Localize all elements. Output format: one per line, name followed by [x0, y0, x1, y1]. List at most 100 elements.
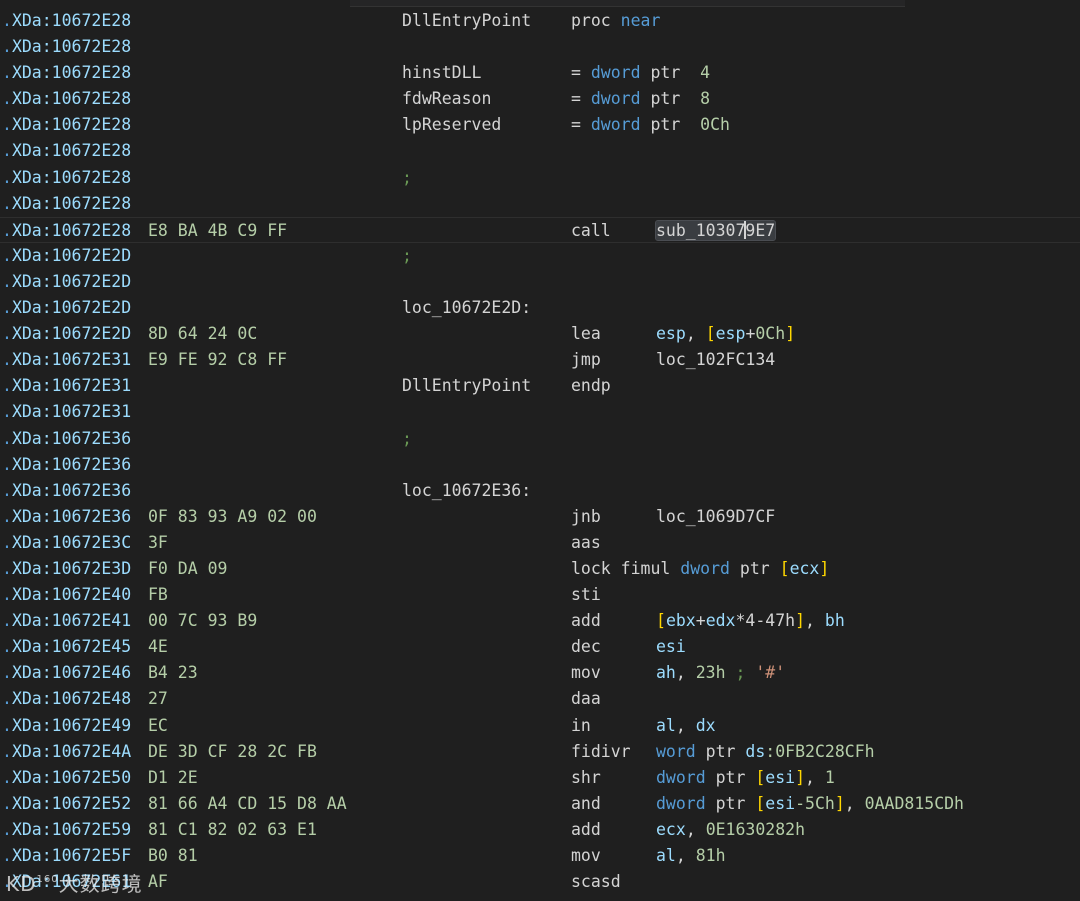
listing-line[interactable]: .XDa:10672E2D — [0, 269, 1080, 295]
line-address: .XDa:10672E3D — [2, 558, 132, 578]
opcode-bytes: B4 23 — [148, 663, 198, 683]
listing-line[interactable]: .XDa:10672E36 — [0, 452, 1080, 478]
mnemonic: mov — [571, 663, 601, 683]
listing-line[interactable]: .XDa:10672E2D; — [0, 243, 1080, 269]
line-address: .XDa:10672E4A — [2, 741, 132, 761]
listing-line[interactable]: .XDa:10672E28 hinstDLL = dword ptr 4 — [0, 60, 1080, 86]
listing-line[interactable]: .XDa:10672E41 00 7C 93 B9 add [ebx+edx*4-47… — [0, 608, 1080, 634]
code-label: fdwReason — [402, 89, 492, 109]
line-address: .XDa:10672E40 — [2, 585, 132, 605]
text-cursor — [744, 220, 747, 239]
listing-line[interactable]: .XDa:10672E28 — [0, 138, 1080, 164]
listing-line[interactable]: .XDa:10672E3C 3F aas — [0, 530, 1080, 556]
listing-line[interactable]: .XDa:10672E28 E8 BA 4B C9 FF call sub_10307… — [0, 216, 1080, 243]
operands: [ebx+edx*4-47h], bh — [656, 611, 845, 631]
operands: loc_102FC134 — [656, 350, 776, 370]
mnemonic: and — [571, 793, 601, 813]
listing-line[interactable]: .XDa:10672E46 B4 23 mov ah, 23h ; '#' — [0, 660, 1080, 686]
listing-line[interactable]: .XDa:10672E31 E9 FE 92 C8 FF jmp loc_102FC1… — [0, 347, 1080, 373]
operands: ecx, 0E1630282h — [656, 819, 806, 839]
listing-line[interactable]: .XDa:10672E59 81 C1 82 02 63 E1 add ecx, 0E… — [0, 817, 1080, 843]
opcode-bytes: DE 3D CF 28 2C FB — [148, 741, 317, 761]
line-address: .XDa:10672E28 — [2, 115, 132, 135]
line-address: .XDa:10672E28 — [2, 11, 132, 30]
listing-line[interactable]: .XDa:10672E45 4E dec esi — [0, 634, 1080, 660]
operands: esp, [esp+0Ch] — [656, 324, 796, 344]
mnemonic: proc near — [571, 11, 661, 30]
listing-line[interactable]: .XDa:10672E52 81 66 A4 CD 15 D8 AA and dwor… — [0, 791, 1080, 817]
listing-line[interactable]: .XDa:10672E48 27 daa — [0, 686, 1080, 712]
mnemonic: dec — [571, 637, 601, 657]
operands: sub_103079E7 — [654, 219, 777, 241]
line-address: .XDa:10672E48 — [2, 689, 132, 709]
listing-line[interactable]: .XDa:10672E2D 8D 64 24 0C lea esp, [esp+0Ch… — [0, 321, 1080, 347]
opcode-bytes: E9 FE 92 C8 FF — [148, 350, 288, 370]
operands: al, dx — [656, 715, 716, 735]
mnemonic: mov — [571, 846, 601, 865]
listing-line[interactable]: .XDa:10672E4A DE 3D CF 28 2C FB fidivr word… — [0, 739, 1080, 765]
listing-line[interactable]: .XDa:10672E31 — [0, 399, 1080, 425]
operands: esi — [656, 637, 686, 657]
listing-line[interactable]: .XDa:10672E50 D1 2E shr dword ptr [esi], 1 — [0, 765, 1080, 791]
listing-line[interactable]: .XDa:10672E28 — [0, 191, 1080, 217]
listing-line[interactable]: .XDa:10672E28 fdwReason = dword ptr 8 — [0, 86, 1080, 112]
listing-line[interactable]: .XDa:10672E49 EC in al, dx — [0, 713, 1080, 739]
listing-line[interactable]: .XDa:10672E31 DllEntryPoint endp — [0, 373, 1080, 399]
mnemonic: fidivr — [571, 741, 631, 761]
line-address: .XDa:10672E36 — [2, 428, 132, 448]
operands: al, 81h — [656, 846, 726, 865]
opcode-bytes: D1 2E — [148, 767, 198, 787]
comment-marker: ; — [402, 428, 412, 448]
line-address: .XDa:10672E50 — [2, 767, 132, 787]
line-address: .XDa:10672E52 — [2, 793, 132, 813]
mnemonic: call — [571, 220, 611, 240]
listing-line[interactable]: .XDa:10672E3D F0 DA 09 lock fimul dword pt… — [0, 556, 1080, 582]
window-top-strip — [350, 0, 905, 7]
mnemonic: shr — [571, 767, 601, 787]
mnemonic: daa — [571, 689, 601, 709]
listing-line[interactable]: .XDa:10672E2D loc_10672E2D: — [0, 295, 1080, 321]
listing-line[interactable]: .XDa:10672E36 loc_10672E36: — [0, 478, 1080, 504]
listing-line[interactable]: .XDa:10672E61 AF scasd — [0, 869, 1080, 895]
mnemonic: = dword ptr 4 — [571, 63, 711, 83]
listing-line[interactable]: .XDa:10672E28; — [0, 165, 1080, 191]
listing-line[interactable]: .XDa:10672E28 DllEntryPoint proc near — [0, 8, 1080, 34]
line-address: .XDa:10672E45 — [2, 637, 132, 657]
mnemonic: lea — [571, 324, 601, 344]
opcode-bytes: 8D 64 24 0C — [148, 324, 258, 344]
line-address: .XDa:10672E3C — [2, 532, 132, 552]
listing-line[interactable]: .XDa:10672E28 — [0, 34, 1080, 60]
listing-line[interactable]: .XDa:10672E36; — [0, 426, 1080, 452]
mnemonic: = dword ptr 8 — [571, 89, 711, 109]
code-label: DllEntryPoint — [402, 376, 532, 396]
code-label: loc_10672E2D: — [402, 298, 532, 318]
mnemonic: jnb — [571, 506, 601, 526]
code-label: hinstDLL — [402, 63, 482, 83]
listing-line[interactable]: .XDa:10672E28 lpReserved = dword ptr 0Ch — [0, 112, 1080, 138]
listing-line[interactable]: .XDa:10672E5F B0 81 mov al, 81h — [0, 843, 1080, 869]
opcode-bytes: 81 C1 82 02 63 E1 — [148, 819, 317, 839]
listing-line[interactable]: .XDa:10672E36 0F 83 93 A9 02 00 jnb loc_106… — [0, 504, 1080, 530]
opcode-bytes: F0 DA 09 — [148, 558, 228, 578]
listing-line[interactable]: .XDa:10672E40 FB sti — [0, 582, 1080, 608]
line-address: .XDa:10672E5F — [2, 846, 132, 865]
line-address: .XDa:10672E46 — [2, 663, 132, 683]
opcode-bytes: B0 81 — [148, 846, 198, 865]
line-address: .XDa:10672E36 — [2, 454, 132, 474]
opcode-bytes: EC — [148, 715, 168, 735]
operands: dword ptr [esi-5Ch], 0AAD815CDh — [656, 793, 964, 813]
line-address: .XDa:10672E31 — [2, 402, 132, 422]
mnemonic: jmp — [571, 350, 601, 370]
disassembly-listing[interactable]: .XDa:10672E28 DllEntryPoint proc near .XDa:… — [0, 8, 1080, 895]
mnemonic: endp — [571, 376, 611, 396]
line-address: .XDa:10672E2D — [2, 245, 132, 265]
code-label: loc_10672E36: — [402, 480, 532, 500]
operands: dword ptr [esi], 1 — [656, 767, 835, 787]
line-address: .XDa:10672E2D — [2, 324, 132, 344]
line-address: .XDa:10672E28 — [2, 37, 132, 57]
opcode-bytes: 81 66 A4 CD 15 D8 AA — [148, 793, 347, 813]
line-address: .XDa:10672E49 — [2, 715, 132, 735]
selected-symbol[interactable]: sub_103079E7 — [654, 219, 777, 241]
mnemonic: in — [571, 715, 591, 735]
line-address: .XDa:10672E2D — [2, 271, 132, 291]
